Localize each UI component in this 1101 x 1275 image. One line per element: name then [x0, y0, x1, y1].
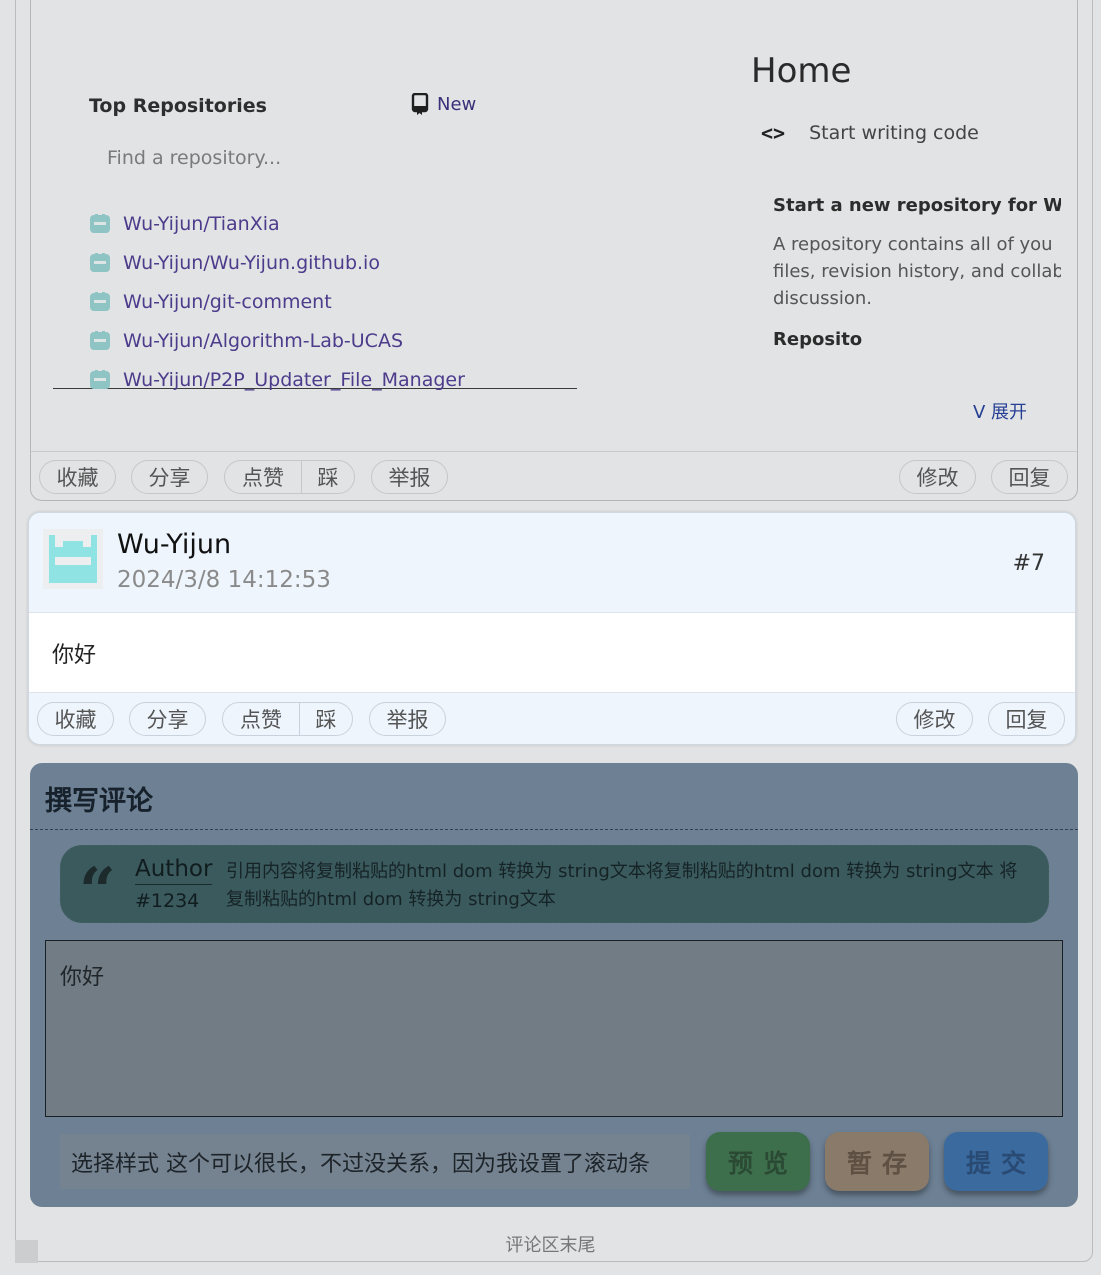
quote-id: #1234: [135, 890, 200, 912]
share-button[interactable]: 分享: [129, 702, 206, 736]
start-writing-code-label: Start writing code: [809, 122, 979, 144]
draft-button[interactable]: 暂存: [825, 1132, 929, 1191]
previous-comment-card: Top Repositories New Find a repository..…: [30, 0, 1078, 501]
repo-search-input[interactable]: Find a repository...: [107, 147, 281, 169]
comment-content: 你好: [52, 643, 97, 668]
comment-username[interactable]: Wu-Yijun: [117, 529, 231, 560]
vote-group: 点赞 踩: [222, 702, 353, 736]
preview-button[interactable]: 预览: [706, 1132, 810, 1191]
comment-timestamp: 2024/3/8 14:12:53: [117, 567, 331, 593]
favorite-button[interactable]: 收藏: [39, 460, 116, 494]
repo-list-item[interactable]: Wu-Yijun/Algorithm-Lab-UCAS: [89, 321, 465, 360]
edit-button[interactable]: 修改: [899, 460, 976, 494]
comment-header: Wu-Yijun 2024/3/8 14:12:53 #7: [29, 513, 1075, 613]
share-button[interactable]: 分享: [131, 460, 208, 494]
avatar[interactable]: [43, 529, 103, 589]
home-title: Home: [751, 51, 852, 91]
new-repo-heading: Start a new repository for Wu-: [773, 195, 1061, 216]
quote-author: Author: [135, 856, 213, 885]
new-repo-link[interactable]: New: [411, 93, 476, 115]
vote-group: 点赞 踩: [224, 460, 355, 494]
reply-button[interactable]: 回复: [988, 702, 1065, 736]
compose-title: 撰写评论: [45, 786, 153, 817]
code-brackets-icon: <>: [761, 121, 786, 145]
repo-link: Wu-Yijun/Algorithm-Lab-UCAS: [123, 329, 404, 352]
repo-list: Wu-Yijun/TianXia Wu-Yijun/Wu-Yijun.githu…: [89, 205, 465, 399]
repo-link: Wu-Yijun/Wu-Yijun.github.io: [123, 252, 380, 275]
new-repo-label: New: [437, 93, 477, 115]
previous-comment-body: Top Repositories New Find a repository..…: [31, 0, 1077, 451]
comment-body: 你好: [29, 613, 1075, 693]
comment-textarea[interactable]: 你好: [45, 940, 1063, 1117]
highlighted-comment-card: Wu-Yijun 2024/3/8 14:12:53 #7 你好 收藏 分享 点…: [28, 512, 1076, 745]
repo-link: Wu-Yijun/P2P_Updater_File_Manager: [123, 368, 465, 391]
report-button[interactable]: 举报: [369, 702, 446, 736]
comment-actions: 收藏 分享 点赞 踩 举报 修改 回复: [29, 693, 1075, 744]
quote-block[interactable]: “ Author #1234 引用内容将复制粘贴的html dom 转换为 st…: [60, 845, 1049, 929]
repo-description-line: discussion.: [773, 288, 873, 309]
repo-panel: Top Repositories New Find a repository..…: [53, 81, 577, 391]
scroll-corner: [15, 1240, 38, 1263]
home-panel: Home <> Start writing code Start a new r…: [751, 51, 1061, 371]
identicon-avatar: [90, 330, 110, 350]
identicon-avatar: [90, 369, 110, 389]
previous-comment-actions: 收藏 分享 点赞 踩 举报 修改 回复: [31, 451, 1077, 500]
dislike-button[interactable]: 踩: [300, 703, 352, 735]
dislike-button[interactable]: 踩: [302, 461, 354, 493]
submit-button[interactable]: 提交: [944, 1132, 1048, 1191]
favorite-button[interactable]: 收藏: [37, 702, 114, 736]
identicon-avatar: [90, 253, 110, 273]
repo-link: Wu-Yijun/TianXia: [123, 213, 280, 236]
repo-description: A repository contains all of you files, …: [773, 231, 1061, 312]
repo-panel-title: Top Repositories: [89, 95, 267, 117]
expand-button[interactable]: V 展开: [973, 398, 1027, 424]
like-button[interactable]: 点赞: [225, 461, 302, 493]
repository-label: Reposito: [773, 329, 863, 350]
like-button[interactable]: 点赞: [223, 703, 300, 735]
repo-list-item[interactable]: Wu-Yijun/git-comment: [89, 283, 465, 322]
style-select[interactable]: 选择样式 这个可以很长，不过没关系，因为我设置了滚动条: [60, 1134, 690, 1189]
edit-button[interactable]: 修改: [896, 702, 973, 736]
repo-description-line: A repository contains all of you: [773, 234, 1053, 255]
repo-list-item[interactable]: Wu-Yijun/Wu-Yijun.github.io: [89, 244, 465, 283]
start-writing-code-link[interactable]: <> Start writing code: [761, 121, 979, 145]
identicon-avatar: [90, 214, 110, 234]
compose-comment-panel: 撰写评论 “ Author #1234 引用内容将复制粘贴的html dom 转…: [30, 763, 1078, 1207]
repo-link: Wu-Yijun/git-comment: [123, 290, 332, 313]
divider: [30, 829, 1078, 830]
comment-section-end: 评论区末尾: [505, 1235, 596, 1256]
repo-list-item[interactable]: Wu-Yijun/TianXia: [89, 205, 465, 244]
repo-book-icon: [411, 93, 429, 115]
quote-mark-icon: “: [79, 854, 116, 929]
quote-text: 引用内容将复制粘贴的html dom 转换为 string文本将复制粘贴的htm…: [226, 861, 1018, 910]
report-button[interactable]: 举报: [371, 460, 448, 494]
reply-button[interactable]: 回复: [991, 460, 1068, 494]
identicon-avatar: [90, 291, 110, 311]
repo-list-item[interactable]: Wu-Yijun/P2P_Updater_File_Manager: [89, 360, 465, 399]
repo-description-line: files, revision history, and collab: [773, 261, 1061, 282]
comment-number[interactable]: #7: [1013, 551, 1045, 576]
